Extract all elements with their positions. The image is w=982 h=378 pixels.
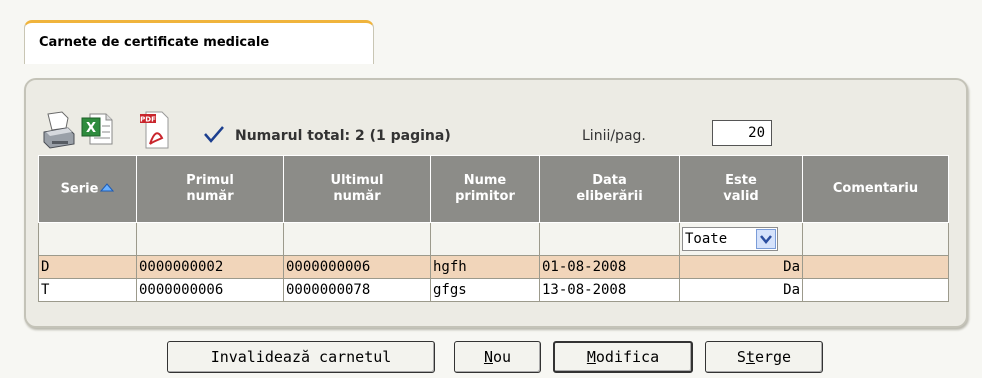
col-header-primul-numar[interactable]: Primul număr <box>136 155 284 223</box>
sort-ascending-icon[interactable] <box>100 181 115 197</box>
delete-label-end: erge <box>754 348 792 366</box>
filter-este-valid-cell: Toate <box>679 222 803 256</box>
pdf-export-icon[interactable]: PDF <box>138 108 172 152</box>
invalidate-label: Invalidează carnetul <box>210 348 392 366</box>
filter-row: Toate <box>38 222 949 256</box>
new-accesskey: N <box>483 348 493 366</box>
cell-comentariu <box>802 278 949 302</box>
modify-accesskey: M <box>586 348 596 366</box>
delete-accesskey: t <box>745 348 755 366</box>
filter-primul-numar[interactable] <box>136 222 284 256</box>
modify-label: odifica <box>595 348 660 366</box>
table-row[interactable]: T 0000000006 0000000078 gfgs 13-08-2008 … <box>38 278 949 302</box>
chevron-down-icon[interactable] <box>756 229 776 249</box>
col-header-ultimul-numar[interactable]: Ultimul număr <box>283 155 431 223</box>
lines-per-page-input[interactable]: 20 <box>712 120 772 146</box>
header-row: Serie Primul număr Ultimul număr Nume primi… <box>38 155 949 223</box>
lines-per-page-label: Linii/pag. <box>582 128 646 144</box>
col-label-line1: Ultimul <box>330 173 384 188</box>
filter-nume-primitor[interactable] <box>430 222 540 256</box>
valid-filter-select[interactable]: Toate <box>682 227 778 251</box>
col-label-line2: valid <box>723 189 759 204</box>
modify-button[interactable]: Modifica <box>553 341 693 373</box>
cell-data-eliberarii: 13-08-2008 <box>539 278 680 302</box>
cell-serie: D <box>38 255 137 279</box>
col-label-line2: eliberării <box>576 189 643 204</box>
checkmark-icon[interactable] <box>202 122 226 146</box>
new-button[interactable]: Nou <box>454 341 541 373</box>
svg-text:PDF: PDF <box>140 116 156 124</box>
total-count: Numarul total: 2 (1 pagina) <box>235 128 451 144</box>
cell-serie: T <box>38 278 137 302</box>
delete-label-start: S <box>736 348 746 366</box>
data-table: Serie Primul număr Ultimul număr Nume primi… <box>38 155 949 302</box>
col-header-serie[interactable]: Serie <box>38 155 137 223</box>
cell-primul-numar: 0000000006 <box>136 278 284 302</box>
svg-text:X: X <box>86 121 96 136</box>
cell-data-eliberarii: 01-08-2008 <box>539 255 680 279</box>
col-label-line2: primitor <box>455 189 515 204</box>
col-label-line1: Data <box>592 173 627 188</box>
tab-label: Carnete de certificate medicale <box>39 35 270 50</box>
cell-este-valid: Da <box>679 278 803 302</box>
delete-button[interactable]: Sterge <box>705 341 823 373</box>
col-header-nume-primitor[interactable]: Nume primitor <box>430 155 540 223</box>
col-label-line1: Primul <box>186 173 234 188</box>
cell-ultimul-numar: 0000000006 <box>283 255 431 279</box>
cell-nume-primitor: hgfh <box>430 255 540 279</box>
valid-filter-value: Toate <box>685 231 728 247</box>
col-label-line2: număr <box>333 189 381 204</box>
col-header-data-eliberarii[interactable]: Data eliberării <box>539 155 680 223</box>
col-header-serie-label: Serie <box>60 181 99 197</box>
excel-export-icon[interactable]: X <box>80 108 114 152</box>
filter-serie[interactable] <box>38 222 137 256</box>
col-label-line1: Nume <box>463 173 507 188</box>
col-label-line1: Este <box>725 173 757 188</box>
cell-este-valid: Da <box>679 255 803 279</box>
toolbar: X PDF Numarul total: 2 (1 pagina) Linii/… <box>42 108 942 154</box>
col-header-este-valid[interactable]: Este valid <box>679 155 803 223</box>
cell-nume-primitor: gfgs <box>430 278 540 302</box>
filter-ultimul-numar[interactable] <box>283 222 431 256</box>
cell-ultimul-numar: 0000000078 <box>283 278 431 302</box>
filter-comentariu[interactable] <box>802 222 949 256</box>
new-label: ou <box>492 348 512 366</box>
cell-comentariu <box>802 255 949 279</box>
col-header-comentariu[interactable]: Comentariu <box>802 155 949 223</box>
col-header-comentariu-label: Comentariu <box>832 181 919 196</box>
cell-primul-numar: 0000000002 <box>136 255 284 279</box>
invalidate-booklet-button[interactable]: Invalidează carnetul <box>167 341 435 373</box>
printer-icon[interactable] <box>42 108 76 152</box>
filter-data-eliberarii[interactable] <box>539 222 680 256</box>
tab-carnete[interactable]: Carnete de certificate medicale <box>24 20 374 64</box>
table-row[interactable]: D 0000000002 0000000006 hgfh 01-08-2008 … <box>38 255 949 279</box>
col-label-line2: număr <box>186 189 234 204</box>
